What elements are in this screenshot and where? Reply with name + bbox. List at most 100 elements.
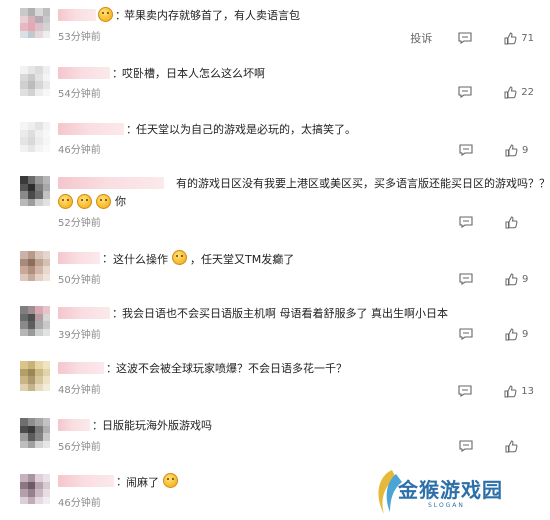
avatar-pixel <box>27 258 35 266</box>
avatar-pixel <box>35 425 43 433</box>
avatar-pixel <box>27 191 35 199</box>
avatar-pixel <box>20 258 28 266</box>
reply-icon[interactable] <box>458 385 472 397</box>
avatar-pixel <box>35 433 43 441</box>
avatar-pixel <box>35 81 43 89</box>
avatar-pixel <box>27 313 35 321</box>
avatar-pixel <box>42 321 50 329</box>
reply-icon[interactable] <box>459 328 473 340</box>
avatar-pixel <box>42 191 50 199</box>
thumbs-up-icon[interactable] <box>505 272 518 286</box>
thumbs-up-icon[interactable] <box>504 31 517 45</box>
thumbs-up-icon[interactable] <box>505 215 518 229</box>
avatar-pixel <box>20 129 28 137</box>
watermark-logo: 金猴游戏园 SLOGAN <box>370 466 520 518</box>
avatar-pixel <box>35 266 43 274</box>
avatar-pixel <box>35 481 43 489</box>
comment-item: ： 苹果卖内存就够首了，有人卖语言包 53分钟前 投诉 71 <box>0 7 550 50</box>
reply-icon[interactable] <box>458 32 472 44</box>
watermark-subtitle: SLOGAN <box>428 502 465 509</box>
avatar-pixel <box>42 23 50 31</box>
avatar-pixel <box>35 383 43 391</box>
thumbs-up-icon[interactable] <box>505 439 518 453</box>
comment-item: ： 哎卧槽，日本人怎么这么坏啊 54分钟前 22 <box>0 66 550 108</box>
avatar[interactable] <box>20 474 50 504</box>
username-blurred[interactable] <box>58 475 114 487</box>
avatar-pixel <box>27 183 35 191</box>
avatar-pixel <box>20 306 28 314</box>
avatar-pixel <box>27 122 35 130</box>
thumbs-up-icon[interactable] <box>504 384 517 398</box>
avatar-pixel <box>20 30 28 38</box>
avatar-pixel <box>42 258 50 266</box>
avatar-pixel <box>42 376 50 384</box>
avatar[interactable] <box>20 66 50 96</box>
comment-time: 54分钟前 <box>58 89 101 100</box>
avatar[interactable] <box>20 306 50 336</box>
avatar-pixel <box>35 23 43 31</box>
avatar[interactable] <box>20 176 50 206</box>
avatar-pixel <box>35 129 43 137</box>
reply-icon[interactable] <box>459 144 473 156</box>
avatar-pixel <box>42 15 50 23</box>
username-blurred[interactable] <box>58 123 124 135</box>
avatar-pixel <box>27 433 35 441</box>
avatar[interactable] <box>20 361 50 391</box>
avatar-pixel <box>27 321 35 329</box>
avatar-pixel <box>20 66 28 74</box>
avatar-pixel <box>42 30 50 38</box>
reply-icon[interactable] <box>459 216 473 228</box>
comment-actions: 13 <box>458 383 534 399</box>
comment-text: 哎卧槽，日本人怎么这么坏啊 <box>122 67 265 80</box>
comment-text: 这波不会被全球玩家喷爆？不会日语多花一千？ <box>116 362 347 375</box>
avatar-pixel <box>27 66 35 74</box>
comment-text-extra: 你 <box>115 195 126 208</box>
thumbs-up-icon[interactable] <box>504 85 517 99</box>
username-blurred[interactable] <box>58 307 110 319</box>
avatar-pixel <box>35 73 43 81</box>
comment-actions: 22 <box>458 84 534 100</box>
username-blurred[interactable] <box>58 177 164 189</box>
reply-icon[interactable] <box>459 440 473 452</box>
avatar-pixel <box>42 266 50 274</box>
emoji-icon <box>96 193 111 209</box>
avatar-pixel <box>20 481 28 489</box>
avatar-pixel <box>27 88 35 96</box>
comment-item: ： 任天堂以为自己的游戏是必玩的，太搞笑了。 46分钟前 9 <box>0 122 550 164</box>
avatar-pixel <box>35 183 43 191</box>
avatar-pixel <box>35 418 43 426</box>
comment-time: 39分钟前 <box>58 330 101 341</box>
comment-item: ： 日版能玩海外版游戏吗 56分钟前 <box>0 418 550 460</box>
username-blurred[interactable] <box>58 362 104 374</box>
avatar-pixel <box>20 81 28 89</box>
username-blurred[interactable] <box>58 67 110 79</box>
avatar[interactable] <box>20 251 50 281</box>
avatar[interactable] <box>20 8 50 38</box>
username-blurred[interactable] <box>58 419 90 431</box>
avatar-pixel <box>27 273 35 281</box>
avatar-pixel <box>20 198 28 206</box>
avatar-pixel <box>20 73 28 81</box>
avatar-pixel <box>35 66 43 74</box>
reply-icon[interactable] <box>459 273 473 285</box>
report-button[interactable]: 投诉 <box>410 30 432 46</box>
username-blurred[interactable] <box>58 9 96 21</box>
comment-colon: ： <box>102 252 113 265</box>
like-count: 9 <box>522 328 529 340</box>
avatar-pixel <box>20 418 28 426</box>
thumbs-up-icon[interactable] <box>505 143 518 157</box>
avatar-pixel <box>35 361 43 369</box>
comment-text: 任天堂以为自己的游戏是必玩的，太搞笑了。 <box>136 123 356 136</box>
comment-actions: 9 <box>459 271 534 287</box>
avatar-pixel <box>20 8 28 16</box>
username-blurred[interactable] <box>58 252 100 264</box>
reply-icon[interactable] <box>458 86 472 98</box>
avatar[interactable] <box>20 122 50 152</box>
avatar-pixel <box>42 306 50 314</box>
avatar-pixel <box>20 183 28 191</box>
avatar-pixel <box>35 321 43 329</box>
thumbs-up-icon[interactable] <box>505 327 518 341</box>
comment-item: ： 这什么操作 ，任天堂又TM发癫了 50分钟前 9 <box>0 250 550 293</box>
avatar[interactable] <box>20 418 50 448</box>
avatar-pixel <box>20 376 28 384</box>
